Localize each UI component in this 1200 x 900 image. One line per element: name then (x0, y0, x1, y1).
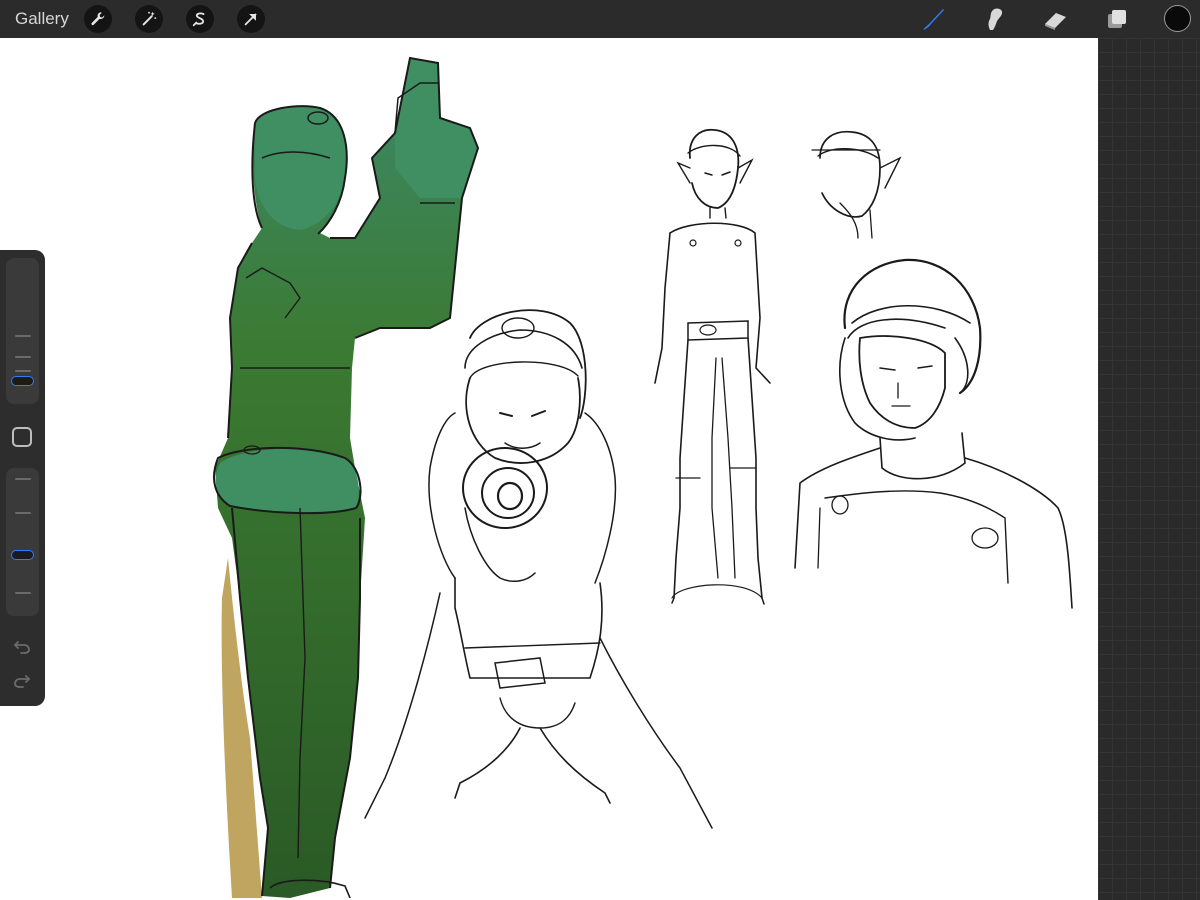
actions-button[interactable] (84, 5, 112, 33)
slider-tick (15, 370, 31, 372)
wrench-icon (91, 12, 105, 26)
slider-tick (15, 478, 31, 480)
eraser-icon (1045, 13, 1066, 30)
small-head-sketch (811, 130, 902, 239)
canvas-background-grid (1098, 38, 1200, 900)
layers-icon (1108, 10, 1126, 28)
undo-arrow-icon (13, 641, 30, 654)
smudge-icon (988, 8, 1003, 30)
transform-button[interactable] (237, 5, 265, 33)
colored-figure (213, 56, 480, 899)
brush-size-slider[interactable] (6, 258, 39, 404)
magic-wand-icon (142, 11, 157, 26)
slider-tick (15, 592, 31, 594)
slider-tick (15, 335, 31, 337)
aiming-figure-sketch (364, 309, 713, 829)
undo-button[interactable] (10, 634, 34, 658)
redo-arrow-icon (14, 675, 31, 688)
slider-tick (15, 512, 31, 514)
brush-size-slider-handle[interactable] (11, 375, 34, 386)
drawing-canvas[interactable] (0, 38, 1098, 900)
color-picker-button[interactable] (1164, 5, 1191, 32)
helmet-bust-sketch (794, 258, 1073, 609)
brush-opacity-slider[interactable] (6, 468, 39, 616)
left-sidebar (0, 250, 45, 706)
smudge-button[interactable] (979, 4, 1009, 34)
selection-s-icon (192, 12, 205, 27)
redo-button[interactable] (10, 670, 34, 694)
top-toolbar: Gallery (0, 0, 1200, 38)
adjustments-button[interactable] (135, 5, 163, 33)
sketch-artwork (213, 56, 1073, 899)
square-modifier-icon[interactable] (12, 427, 32, 447)
layers-button[interactable] (1102, 4, 1132, 34)
selection-button[interactable] (186, 5, 214, 33)
gallery-button[interactable]: Gallery (15, 9, 69, 29)
slider-tick (15, 356, 31, 358)
eraser-button[interactable] (1041, 4, 1071, 34)
brush-button[interactable] (918, 4, 948, 34)
standing-figure-sketch (654, 128, 771, 605)
brush-icon (923, 9, 944, 30)
brush-opacity-slider-handle[interactable] (11, 549, 34, 560)
transform-arrow-icon (244, 13, 257, 26)
